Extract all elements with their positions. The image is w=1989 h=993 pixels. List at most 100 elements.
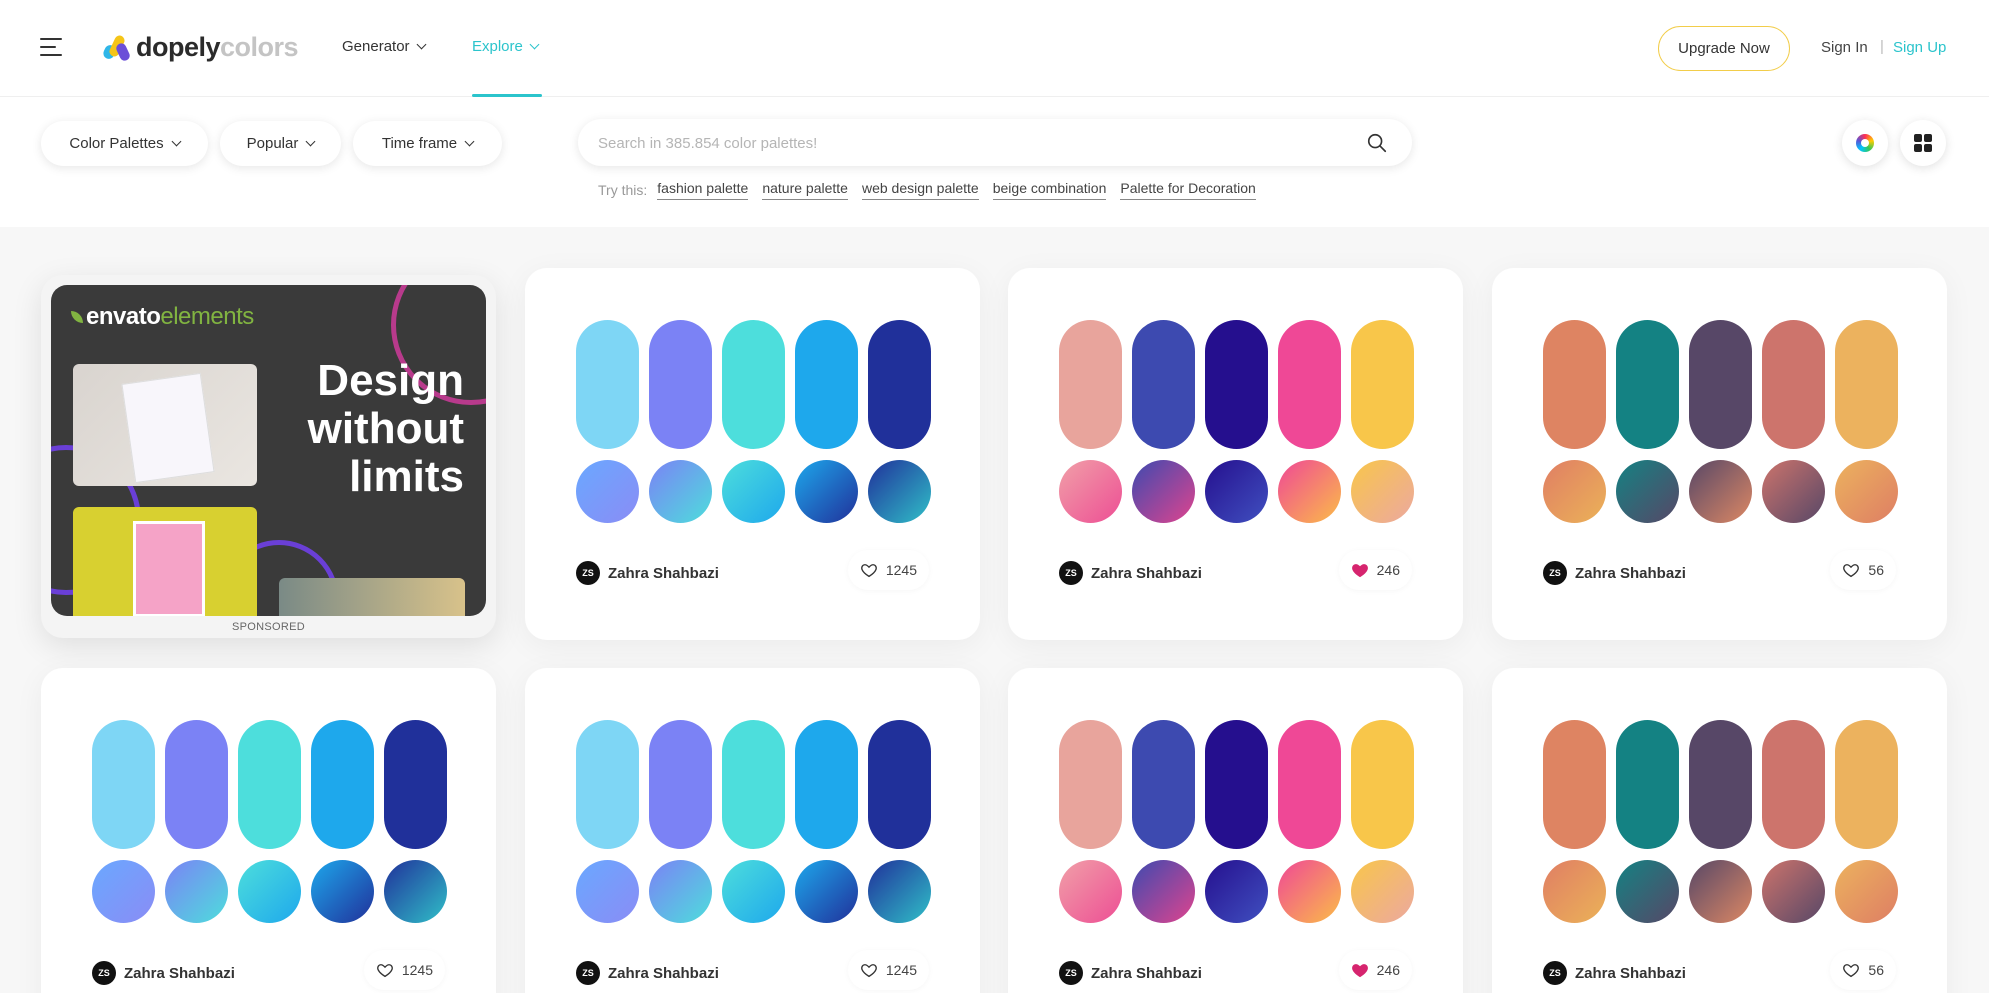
logo[interactable]: dopelycolors [100, 30, 299, 64]
color-swatch[interactable] [576, 720, 639, 849]
color-swatch[interactable] [165, 720, 228, 849]
gradient-swatch[interactable] [1059, 460, 1122, 523]
palette-card[interactable]: ZS Zahra Shahbazi 56 [1492, 268, 1947, 640]
color-swatch[interactable] [1351, 320, 1414, 449]
color-swatch[interactable] [238, 720, 301, 849]
color-swatch[interactable] [384, 720, 447, 849]
sort-dropdown[interactable]: Popular [220, 121, 341, 166]
color-swatch[interactable] [795, 320, 858, 449]
gradient-swatch[interactable] [1351, 860, 1414, 923]
gradient-swatch[interactable] [868, 460, 931, 523]
gradient-swatch[interactable] [1616, 460, 1679, 523]
color-swatch[interactable] [649, 720, 712, 849]
color-swatch[interactable] [1059, 320, 1122, 449]
gradient-swatch[interactable] [1059, 860, 1122, 923]
suggestion-tag[interactable]: Palette for Decoration [1120, 180, 1256, 200]
color-swatch[interactable] [1762, 320, 1825, 449]
color-filter-button[interactable] [1842, 120, 1888, 166]
palette-card[interactable]: ZS Zahra Shahbazi 246 [1008, 268, 1463, 640]
suggestion-tag[interactable]: fashion palette [657, 180, 749, 200]
author-link[interactable]: ZS Zahra Shahbazi [1543, 561, 1686, 585]
sign-up-link[interactable]: Sign Up [1893, 39, 1946, 56]
author-link[interactable]: ZS Zahra Shahbazi [576, 961, 719, 985]
gradient-swatch[interactable] [1543, 460, 1606, 523]
gradient-swatch[interactable] [576, 460, 639, 523]
color-swatch[interactable] [1205, 720, 1268, 849]
gradient-swatch[interactable] [311, 860, 374, 923]
color-swatch[interactable] [722, 720, 785, 849]
color-swatch[interactable] [1835, 320, 1898, 449]
color-swatch[interactable] [722, 320, 785, 449]
like-button[interactable]: 246 [1339, 950, 1412, 990]
like-button[interactable]: 246 [1339, 550, 1412, 590]
gradient-swatch[interactable] [238, 860, 301, 923]
color-swatch[interactable] [92, 720, 155, 849]
color-swatch[interactable] [795, 720, 858, 849]
gradient-swatch[interactable] [1351, 460, 1414, 523]
color-swatch[interactable] [1351, 720, 1414, 849]
color-swatch[interactable] [1835, 720, 1898, 849]
ad-banner[interactable]: envato elements Design without limits [51, 285, 486, 616]
like-button[interactable]: 1245 [364, 950, 445, 990]
gradient-swatch[interactable] [795, 860, 858, 923]
sign-in-link[interactable]: Sign In [1821, 39, 1868, 56]
gradient-swatch[interactable] [1278, 460, 1341, 523]
gradient-swatch[interactable] [649, 860, 712, 923]
author-link[interactable]: ZS Zahra Shahbazi [1059, 961, 1202, 985]
color-swatch[interactable] [1689, 320, 1752, 449]
gradient-swatch[interactable] [576, 860, 639, 923]
color-swatch[interactable] [1762, 720, 1825, 849]
like-button[interactable]: 56 [1830, 550, 1896, 590]
palette-card[interactable]: ZS Zahra Shahbazi 246 [1008, 668, 1463, 993]
gradient-swatch[interactable] [1616, 860, 1679, 923]
author-link[interactable]: ZS Zahra Shahbazi [1543, 961, 1686, 985]
author-link[interactable]: ZS Zahra Shahbazi [576, 561, 719, 585]
gradient-swatch[interactable] [722, 860, 785, 923]
suggestion-tag[interactable]: nature palette [762, 180, 848, 200]
gradient-swatch[interactable] [384, 860, 447, 923]
gradient-swatch[interactable] [1132, 460, 1195, 523]
color-swatch[interactable] [649, 320, 712, 449]
gradient-swatch[interactable] [868, 860, 931, 923]
gradient-swatch[interactable] [1543, 860, 1606, 923]
gradient-swatch[interactable] [722, 460, 785, 523]
gradient-swatch[interactable] [1835, 860, 1898, 923]
color-swatch[interactable] [1616, 320, 1679, 449]
timeframe-dropdown[interactable]: Time frame [353, 121, 502, 166]
color-swatch[interactable] [1132, 720, 1195, 849]
color-swatch[interactable] [1132, 320, 1195, 449]
palette-card[interactable]: ZS Zahra Shahbazi 1245 [525, 268, 980, 640]
color-swatch[interactable] [1543, 720, 1606, 849]
gradient-swatch[interactable] [1689, 860, 1752, 923]
nav-explore[interactable]: Explore [472, 38, 540, 55]
menu-icon[interactable] [40, 38, 62, 56]
gradient-swatch[interactable] [92, 860, 155, 923]
suggestion-tag[interactable]: web design palette [861, 180, 979, 200]
color-swatch[interactable] [1278, 720, 1341, 849]
color-swatch[interactable] [1689, 720, 1752, 849]
gradient-swatch[interactable] [649, 460, 712, 523]
color-swatch[interactable] [868, 720, 931, 849]
gradient-swatch[interactable] [1762, 460, 1825, 523]
author-link[interactable]: ZS Zahra Shahbazi [1059, 561, 1202, 585]
like-button[interactable]: 56 [1830, 950, 1896, 990]
color-swatch[interactable] [311, 720, 374, 849]
palette-card[interactable]: ZS Zahra Shahbazi 1245 [41, 668, 496, 993]
gradient-swatch[interactable] [1132, 860, 1195, 923]
gradient-swatch[interactable] [1205, 460, 1268, 523]
gradient-swatch[interactable] [1762, 860, 1825, 923]
gradient-swatch[interactable] [165, 860, 228, 923]
color-swatch[interactable] [1205, 320, 1268, 449]
color-swatch[interactable] [1059, 720, 1122, 849]
gradient-swatch[interactable] [795, 460, 858, 523]
gradient-swatch[interactable] [1835, 460, 1898, 523]
upgrade-button[interactable]: Upgrade Now [1658, 26, 1790, 71]
search-icon[interactable] [1366, 132, 1388, 154]
color-swatch[interactable] [1616, 720, 1679, 849]
color-swatch[interactable] [1278, 320, 1341, 449]
search-input[interactable] [598, 131, 1338, 155]
like-button[interactable]: 1245 [848, 550, 929, 590]
gradient-swatch[interactable] [1205, 860, 1268, 923]
gradient-swatch[interactable] [1278, 860, 1341, 923]
gradient-swatch[interactable] [1689, 460, 1752, 523]
